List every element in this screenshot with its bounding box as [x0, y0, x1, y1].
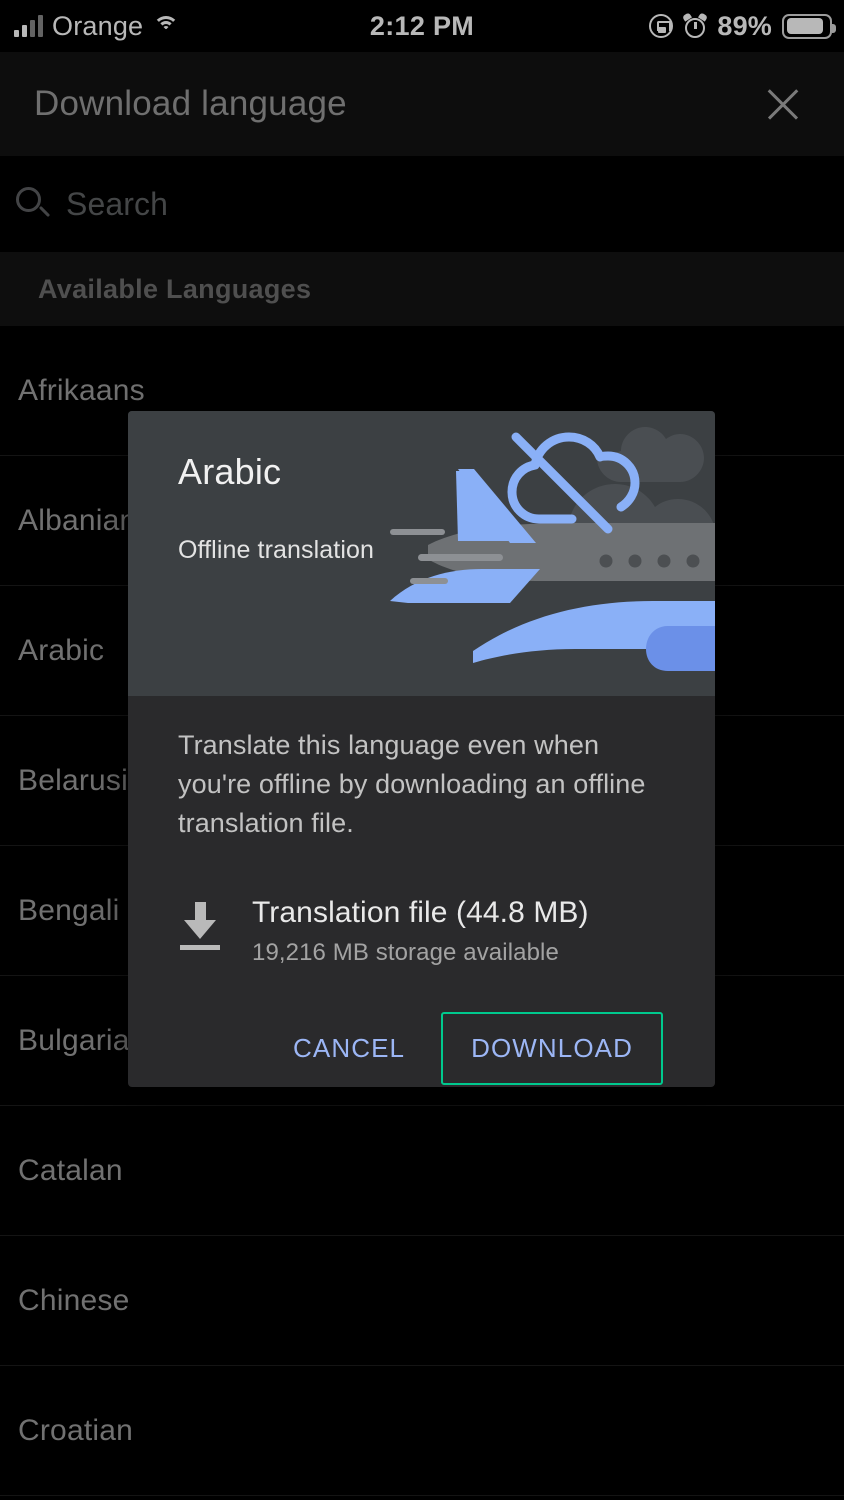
translation-file-name: Translation file (44.8 MB) — [252, 896, 589, 929]
translation-file-row: Translation file (44.8 MB) 19,216 MB sto… — [178, 896, 665, 967]
dialog-description: Translate this language even when you're… — [178, 730, 646, 838]
dialog-subtitle: Offline translation — [178, 536, 374, 564]
dialog-hero-text: Arabic Offline translation — [178, 451, 374, 565]
dialog-hero: Arabic Offline translation — [128, 411, 715, 696]
dialog-actions: CANCEL DOWNLOAD — [178, 1012, 665, 1085]
storage-available: 19,216 MB storage available — [252, 939, 559, 966]
download-button[interactable]: DOWNLOAD — [441, 1012, 663, 1085]
cancel-button[interactable]: CANCEL — [269, 1012, 429, 1085]
download-icon — [178, 902, 222, 950]
dialog-body: Translate this language even when you're… — [128, 696, 715, 1085]
phone-screen: Orange 2:12 PM 89% Download language Sea… — [0, 0, 844, 1500]
dialog-title: Arabic — [178, 451, 282, 492]
download-language-dialog: Arabic Offline translation Translate thi… — [128, 411, 715, 1087]
translation-file-info: Translation file (44.8 MB) 19,216 MB sto… — [252, 896, 589, 967]
